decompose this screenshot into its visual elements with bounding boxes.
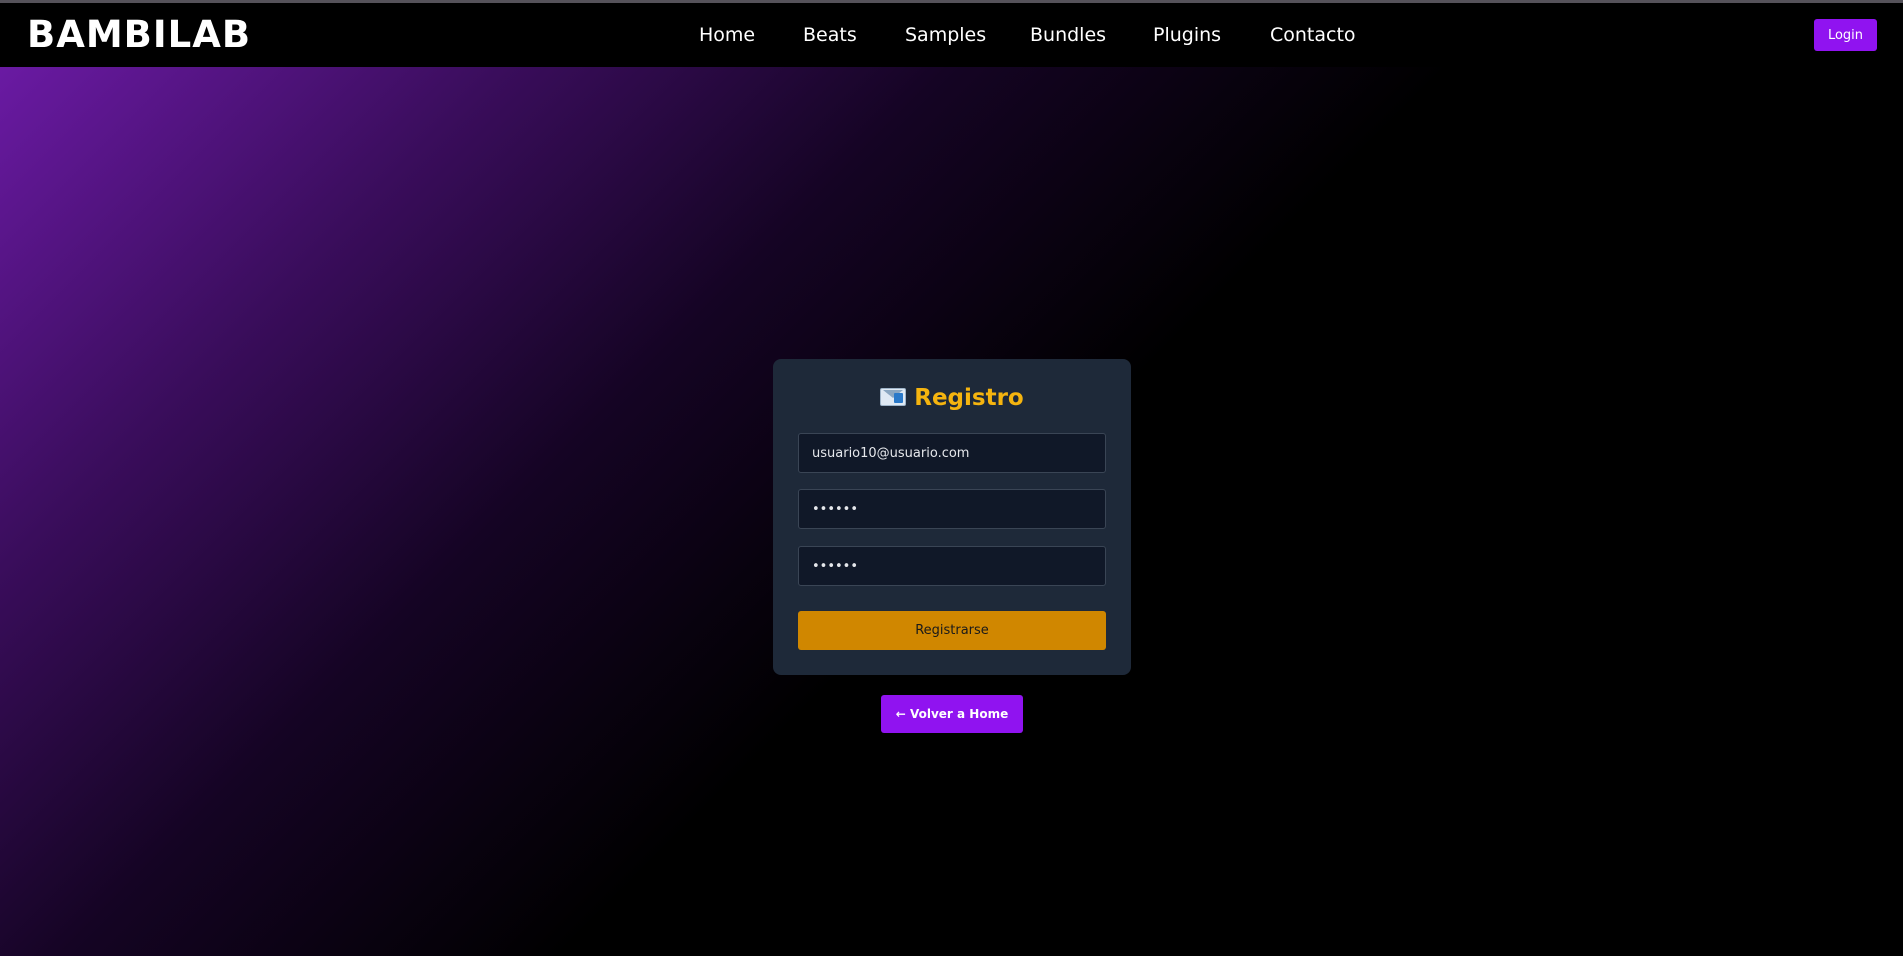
- back-home-button[interactable]: ← Volver a Home: [881, 695, 1023, 733]
- register-title-text: Registro: [914, 385, 1024, 411]
- login-button[interactable]: Login: [1814, 19, 1877, 51]
- register-card: Registro Registrarse: [773, 359, 1131, 675]
- register-button[interactable]: Registrarse: [798, 611, 1106, 650]
- password-field[interactable]: [798, 489, 1106, 529]
- email-field[interactable]: [798, 433, 1106, 473]
- envelope-icon: [880, 388, 907, 406]
- nav-bundles[interactable]: Bundles: [1030, 23, 1106, 47]
- nav-contacto[interactable]: Contacto: [1270, 23, 1356, 47]
- nav-samples[interactable]: Samples: [905, 23, 986, 47]
- register-title: Registro: [773, 383, 1131, 413]
- nav-home[interactable]: Home: [699, 23, 755, 47]
- nav-beats[interactable]: Beats: [803, 23, 857, 47]
- main-nav: Home Beats Samples Bundles Plugins Conta…: [0, 3, 1903, 67]
- confirm-password-field[interactable]: [798, 546, 1106, 586]
- navbar: BAMBILAB Home Beats Samples Bundles Plug…: [0, 3, 1903, 67]
- nav-plugins[interactable]: Plugins: [1153, 23, 1221, 47]
